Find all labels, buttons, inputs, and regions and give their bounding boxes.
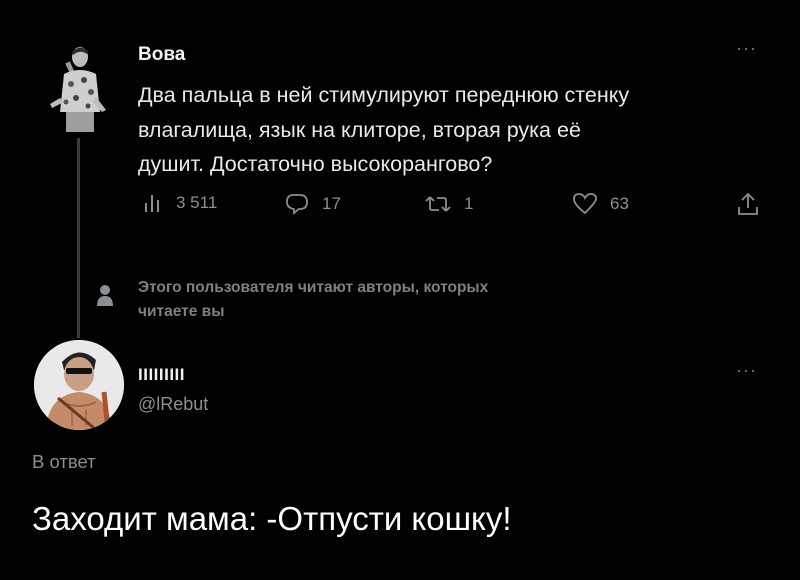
views-button[interactable]: 3 511 <box>142 192 217 214</box>
author-name[interactable]: IIIIIIIII <box>138 365 185 385</box>
tweet-text: Заходит мама: -Отпусти кошку! <box>32 500 512 537</box>
like-button[interactable]: 63 <box>572 192 629 216</box>
tweet-text: Два пальца в ней стимулируют переднюю ст… <box>138 78 778 182</box>
tweet-text-line: влагалища, язык на клиторе, вторая рука … <box>138 117 581 142</box>
heart-icon <box>572 192 598 216</box>
reply-icon <box>284 192 310 216</box>
author-handle[interactable]: @lRebut <box>138 394 208 415</box>
person-icon <box>96 284 114 313</box>
avatar[interactable] <box>34 340 124 430</box>
repost-icon <box>424 192 452 216</box>
author-name[interactable]: Вова <box>138 44 185 66</box>
reply-button[interactable]: 17 <box>284 192 341 216</box>
notice-line: читаете вы <box>138 303 225 320</box>
tweet-actions: 3 511 17 1 63 <box>138 192 778 222</box>
follow-context-notice: Этого пользователя читают авторы, которы… <box>138 276 698 324</box>
tweet-text-line: душит. Достаточно высокорангово? <box>138 152 493 176</box>
avatar[interactable] <box>46 42 108 132</box>
more-options-icon[interactable]: ··· <box>736 360 757 381</box>
more-options-icon[interactable]: ··· <box>736 38 757 59</box>
reply-context-label: В ответ <box>32 451 96 472</box>
tweet-text-line: Два пальца в ней стимулируют переднюю ст… <box>138 83 630 107</box>
views-icon <box>142 192 164 214</box>
repost-button[interactable]: 1 <box>424 192 473 216</box>
repost-count: 1 <box>464 194 474 213</box>
reply-count: 17 <box>322 194 341 213</box>
thread-line <box>77 138 80 338</box>
share-icon <box>736 192 760 218</box>
notice-line: Этого пользователя читают авторы, которы… <box>138 279 489 296</box>
views-count: 3 511 <box>176 193 218 212</box>
share-button[interactable] <box>736 192 760 218</box>
like-count: 63 <box>610 194 629 213</box>
